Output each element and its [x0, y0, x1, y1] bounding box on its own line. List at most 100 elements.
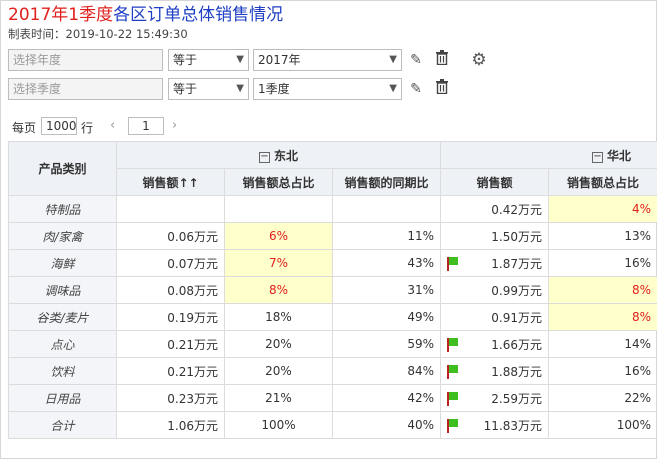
share-cell: 100% [224, 411, 333, 439]
category-cell: 点心 [8, 330, 117, 358]
column-header[interactable]: 销售额总占比 [548, 168, 657, 196]
chevron-down-icon: ▼ [389, 83, 397, 94]
page-number-input[interactable]: 1 [128, 117, 164, 135]
value-cell-flag: 1.87万元 [440, 249, 550, 277]
value-cell: 1.06万元 [116, 411, 225, 439]
share-cell: 7% [224, 249, 333, 277]
value-cell: 1.50万元 [440, 222, 550, 250]
value-cell: 0.07万元 [116, 249, 225, 277]
trash-icon[interactable] [432, 50, 452, 70]
value-cell: 0.21万元 [116, 330, 225, 358]
share-cell: 4% [548, 195, 657, 223]
table-row: 点心 0.21万元 20% 59% 1.66万元 14% [8, 330, 657, 358]
table-row: 特制品 0.42万元 4% [8, 195, 657, 223]
quarter-value: 1季度 [258, 82, 290, 96]
row-header-category: 产品类别 [8, 141, 117, 196]
column-header[interactable]: 销售额总占比 [224, 168, 333, 196]
yoy-cell: 59% [331, 330, 442, 358]
value-cell: 0.91万元 [440, 303, 550, 331]
prev-page-icon[interactable]: ‹ [110, 118, 115, 133]
yoy-cell: 11% [331, 222, 442, 250]
share-cell: 22% [548, 384, 657, 412]
yoy-cell: 49% [331, 303, 442, 331]
value-cell-flag: 2.59万元 [440, 384, 550, 412]
value-cell-flag: 1.66万元 [440, 330, 550, 358]
quarter-value-select[interactable]: 1季度 ▼ [253, 78, 402, 100]
value-text: 1.87万元 [491, 256, 543, 271]
table-row: 海鲜 0.07万元 7% 43% 1.87万元 16% [8, 249, 657, 277]
share-cell: 16% [548, 249, 657, 277]
category-cell: 海鲜 [8, 249, 117, 277]
category-cell: 特制品 [8, 195, 117, 223]
table-row: 饮料 0.21万元 20% 84% 1.88万元 16% [8, 357, 657, 385]
share-cell: 13% [548, 222, 657, 250]
per-page-label: 每页 [12, 121, 37, 135]
flag-icon [447, 418, 459, 433]
share-cell: 21% [224, 384, 333, 412]
share-cell [224, 195, 333, 223]
column-header[interactable]: 销售额↑↑ [116, 168, 225, 196]
value-cell-flag: 1.88万元 [440, 357, 550, 385]
category-cell: 日用品 [8, 384, 117, 412]
operator-select-year[interactable]: 等于 ▼ [168, 49, 249, 71]
group-header-huabei[interactable]: − 华北 [440, 141, 657, 169]
chevron-down-icon: ▼ [236, 83, 244, 94]
group-header-dongbei[interactable]: − 东北 [115, 141, 442, 169]
yoy-cell: 42% [331, 384, 442, 412]
collapse-icon[interactable]: − [259, 151, 270, 163]
pencil-icon[interactable]: ✎ [406, 79, 426, 99]
per-page-input[interactable]: 1000 [41, 117, 77, 135]
value-text: 1.66万元 [491, 337, 543, 352]
gear-icon[interactable]: ⚙ [469, 50, 489, 70]
report-title: 2017年1季度各区订单总体销售情况 [8, 4, 283, 26]
value-cell: 0.19万元 [116, 303, 225, 331]
operator-select-quarter[interactable]: 等于 ▼ [168, 78, 249, 100]
sales-table: 产品类别 − 东北 − 华北 销售额↑↑ 销售额总占比 销售额的同期比 销售额 销售… [8, 141, 657, 439]
value-text: 11.83万元 [483, 418, 543, 433]
share-cell: 8% [548, 303, 657, 331]
table-row: 日用品 0.23万元 21% 42% 2.59万元 22% [8, 384, 657, 412]
category-cell: 肉/家禽 [8, 222, 117, 250]
yoy-cell: 43% [331, 249, 442, 277]
share-cell: 16% [548, 357, 657, 385]
column-header[interactable]: 销售额 [440, 168, 550, 196]
value-cell: 0.23万元 [116, 384, 225, 412]
next-page-icon[interactable]: › [172, 118, 177, 133]
yoy-cell: 40% [331, 411, 442, 439]
value-cell [116, 195, 225, 223]
chevron-down-icon: ▼ [236, 54, 244, 65]
year-value-select[interactable]: 2017年 ▼ [253, 49, 402, 71]
title-period: 2017年1季度 [8, 5, 114, 25]
group-name: 东北 [274, 148, 299, 163]
table-row: 肉/家禽 0.06万元 6% 11% 1.50万元 13% [8, 222, 657, 250]
collapse-icon[interactable]: − [592, 151, 604, 163]
value-cell-flag: 11.83万元 [440, 411, 550, 439]
trash-icon[interactable] [432, 79, 452, 99]
year-field-input[interactable] [8, 49, 163, 71]
category-cell: 合计 [8, 411, 117, 439]
value-text: 1.88万元 [491, 364, 543, 379]
share-cell: 6% [224, 222, 333, 250]
quarter-field-input[interactable] [8, 78, 163, 100]
value-cell: 0.99万元 [440, 276, 550, 304]
pencil-icon[interactable]: ✎ [406, 50, 426, 70]
value-cell: 0.21万元 [116, 357, 225, 385]
value-cell: 0.42万元 [440, 195, 550, 223]
flag-icon [447, 256, 459, 271]
column-header[interactable]: 销售额的同期比 [331, 168, 442, 196]
table-body: 特制品 0.42万元 4% 肉/家禽 0.06万元 6% 11% 1.50万元 … [8, 195, 657, 439]
table-row: 谷类/麦片 0.19万元 18% 49% 0.91万元 8% [8, 303, 657, 331]
rows-label: 行 [81, 121, 94, 135]
share-cell: 20% [224, 330, 333, 358]
value-text: 2.59万元 [491, 391, 543, 406]
value-cell: 0.08万元 [116, 276, 225, 304]
table-row: 调味品 0.08万元 8% 31% 0.99万元 8% [8, 276, 657, 304]
group-name: 华北 [607, 148, 632, 163]
yoy-cell [331, 195, 442, 223]
share-cell: 14% [548, 330, 657, 358]
report-timestamp: 制表时间：2019-10-22 15:49:30 [8, 27, 188, 41]
share-cell: 18% [224, 303, 333, 331]
title-text: 各区订单总体销售情况 [113, 5, 284, 25]
yoy-cell: 84% [331, 357, 442, 385]
value-cell: 0.06万元 [116, 222, 225, 250]
